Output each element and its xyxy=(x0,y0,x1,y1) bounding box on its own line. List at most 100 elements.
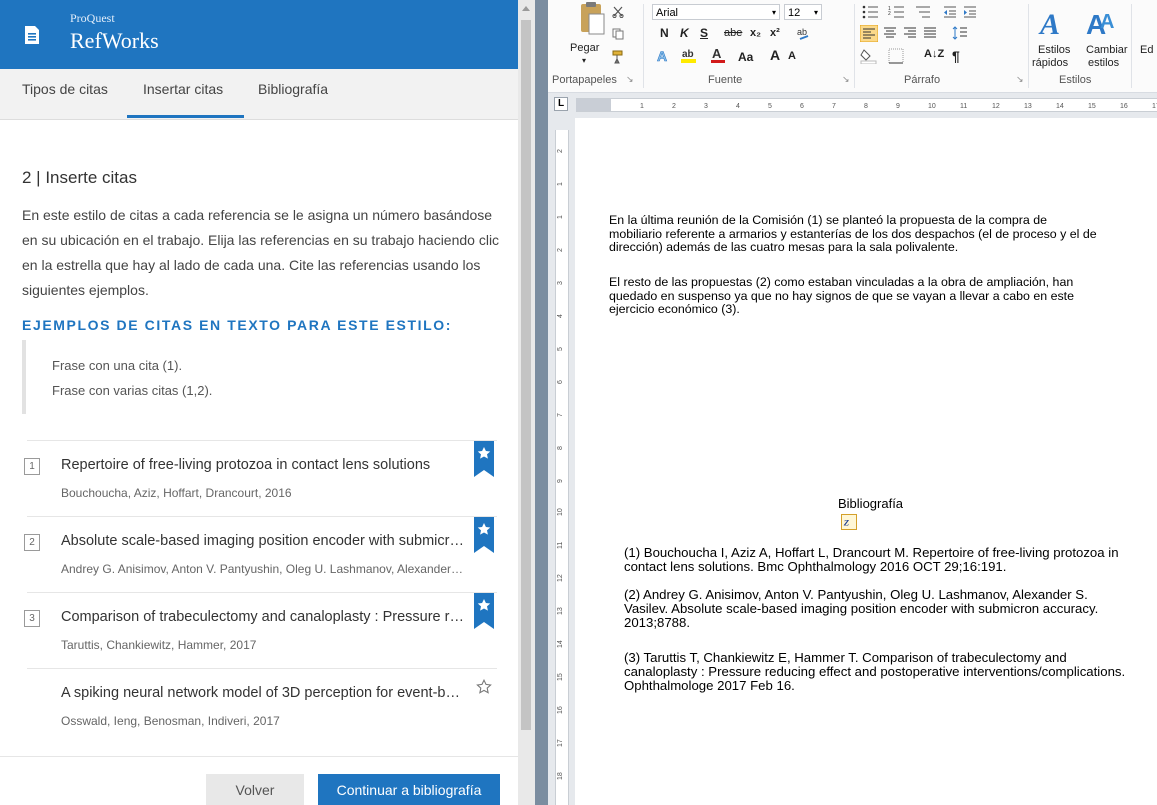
editing-group-label[interactable]: Ed xyxy=(1140,44,1153,56)
reference-title: Repertoire of free-living protozoa in co… xyxy=(61,457,431,473)
superscript-button[interactable]: x² xyxy=(770,27,780,39)
star-bookmark-icon[interactable] xyxy=(474,441,494,477)
ribbon: Pegar ▾ Portapapeles ↘ Arial ▾ 12 ▾ N K S … xyxy=(548,0,1157,93)
svg-text:ab: ab xyxy=(797,27,807,37)
document-icon xyxy=(25,26,39,44)
grow-font-button[interactable]: A xyxy=(770,47,780,63)
ruler-number: 14 xyxy=(557,640,564,648)
ruler-number: 15 xyxy=(1088,103,1096,110)
ruler-number: 16 xyxy=(557,706,564,714)
document-page[interactable]: En la última reunión de la Comisión (1) … xyxy=(576,118,1157,805)
reference-item[interactable]: 1 Repertoire of free-living protozoa in … xyxy=(24,440,497,517)
clear-formatting-icon[interactable]: ab xyxy=(796,25,812,41)
ruler-number: 7 xyxy=(557,413,564,417)
quick-styles-label-2[interactable]: rápidos xyxy=(1032,57,1068,69)
star-bookmark-icon[interactable] xyxy=(474,517,494,553)
tab-insert-citations[interactable]: Insertar citas xyxy=(143,81,223,97)
paste-dropdown-icon[interactable]: ▾ xyxy=(582,56,586,65)
text-effects-icon[interactable]: A xyxy=(656,48,672,64)
ruler-number: 17 xyxy=(557,739,564,747)
reference-number: 2 xyxy=(24,534,40,551)
numbering-icon[interactable]: 12 xyxy=(888,5,906,19)
quick-styles-icon[interactable]: A xyxy=(1038,4,1070,40)
ruler-number: 2 xyxy=(672,103,676,110)
bibliography-entry[interactable]: (1) Bouchoucha I, Aziz A, Hoffart L, Dra… xyxy=(624,546,1128,574)
star-outline-icon[interactable] xyxy=(476,679,492,695)
panel-scrollbar[interactable] xyxy=(518,0,535,805)
change-case-button[interactable]: Aa xyxy=(738,50,753,64)
italic-button[interactable]: K xyxy=(680,26,689,40)
quick-styles-label[interactable]: Estilos xyxy=(1038,44,1070,56)
brand-title: RefWorks xyxy=(70,28,159,53)
align-center-icon[interactable] xyxy=(882,26,898,40)
show-marks-button[interactable]: ¶ xyxy=(952,48,960,64)
ruler-number: 9 xyxy=(896,103,900,110)
font-color-icon[interactable]: A xyxy=(710,46,726,64)
ruler-number: 11 xyxy=(960,103,967,110)
reference-title: Comparison of trabeculectomy and canalop… xyxy=(61,609,465,625)
tab-citation-types[interactable]: Tipos de citas xyxy=(22,81,108,97)
decrease-indent-icon[interactable] xyxy=(942,5,958,19)
examples-heading: EJEMPLOS DE CITAS EN TEXTO PARA ESTE EST… xyxy=(22,317,453,333)
paste-icon[interactable] xyxy=(578,0,606,38)
justify-icon[interactable] xyxy=(922,26,938,40)
dialog-launcher-icon[interactable]: ↘ xyxy=(1016,74,1024,85)
scrollbar-thumb[interactable] xyxy=(521,20,531,730)
vertical-ruler[interactable]: 2 1 1 2 3 4 5 6 7 8 9 10 11 12 13 14 15 16 17 18 xyxy=(555,130,569,805)
shrink-font-button[interactable]: A xyxy=(788,50,796,62)
group-separator xyxy=(643,4,644,88)
dialog-launcher-icon[interactable]: ↘ xyxy=(626,74,634,85)
change-styles-label-2[interactable]: estilos xyxy=(1088,57,1119,69)
align-left-icon[interactable] xyxy=(860,25,878,42)
ruler-number: 12 xyxy=(557,574,564,582)
line-spacing-icon[interactable] xyxy=(952,26,968,40)
document-paragraph-2[interactable]: El resto de las propuestas (2) como esta… xyxy=(609,275,1103,317)
svg-text:A: A xyxy=(657,48,667,64)
align-right-icon[interactable] xyxy=(902,26,918,40)
multilevel-list-icon[interactable] xyxy=(914,5,932,19)
font-name-value: Arial xyxy=(656,7,679,19)
format-painter-icon[interactable] xyxy=(612,50,626,64)
change-styles-label[interactable]: Cambiar xyxy=(1086,44,1128,56)
copy-icon[interactable] xyxy=(612,28,624,40)
ruler-number: 3 xyxy=(704,103,708,110)
ruler-number: 1 xyxy=(557,182,564,186)
tab-selector[interactable]: L xyxy=(554,97,568,111)
tab-bibliography[interactable]: Bibliografía xyxy=(258,81,328,97)
ruler-number: 2 xyxy=(557,149,564,153)
svg-text:A: A xyxy=(712,46,722,61)
horizontal-ruler[interactable]: 1234567891011121314151617 xyxy=(576,98,1157,112)
cut-icon[interactable] xyxy=(612,6,624,18)
reference-item[interactable]: A spiking neural network model of 3D per… xyxy=(27,668,497,745)
continue-to-bibliography-button[interactable]: Continuar a bibliografía xyxy=(318,774,500,805)
underline-button[interactable]: S xyxy=(700,26,708,40)
svg-text:Z: Z xyxy=(843,518,850,528)
borders-icon[interactable] xyxy=(888,48,904,64)
citation-field-icon[interactable]: Z xyxy=(841,514,857,530)
ruler-number: 6 xyxy=(557,380,564,384)
paste-label[interactable]: Pegar xyxy=(570,42,599,54)
change-styles-icon[interactable]: AA xyxy=(1086,4,1122,40)
sort-button[interactable]: A↓Z xyxy=(924,48,944,60)
reference-item[interactable]: 2 Absolute scale-based imaging position … xyxy=(24,516,497,593)
scroll-up-arrow-icon[interactable] xyxy=(522,6,530,11)
increase-indent-icon[interactable] xyxy=(962,5,978,19)
bibliography-entry[interactable]: (2) Andrey G. Anisimov, Anton V. Pantyus… xyxy=(624,588,1128,630)
star-bookmark-icon[interactable] xyxy=(474,593,494,629)
document-paragraph-1[interactable]: En la última reunión de la Comisión (1) … xyxy=(609,213,1103,255)
bibliography-heading[interactable]: Bibliografía xyxy=(838,496,903,511)
font-size-combo[interactable]: 12 ▾ xyxy=(784,4,822,20)
shading-icon[interactable] xyxy=(860,48,878,64)
strikethrough-button[interactable]: abe xyxy=(724,27,742,39)
ruler-number: 8 xyxy=(557,446,564,450)
bullets-icon[interactable] xyxy=(862,5,880,19)
back-button[interactable]: Volver xyxy=(206,774,304,805)
pane-splitter[interactable] xyxy=(535,0,548,805)
highlight-color-icon[interactable]: ab xyxy=(680,46,698,64)
reference-item[interactable]: 3 Comparison of trabeculectomy and canal… xyxy=(24,592,497,669)
subscript-button[interactable]: x₂ xyxy=(750,27,761,39)
font-name-combo[interactable]: Arial ▾ xyxy=(652,4,780,20)
dialog-launcher-icon[interactable]: ↘ xyxy=(842,74,850,85)
bold-button[interactable]: N xyxy=(660,26,669,40)
bibliography-entry[interactable]: (3) Taruttis T, Chankiewitz E, Hammer T.… xyxy=(624,651,1128,693)
